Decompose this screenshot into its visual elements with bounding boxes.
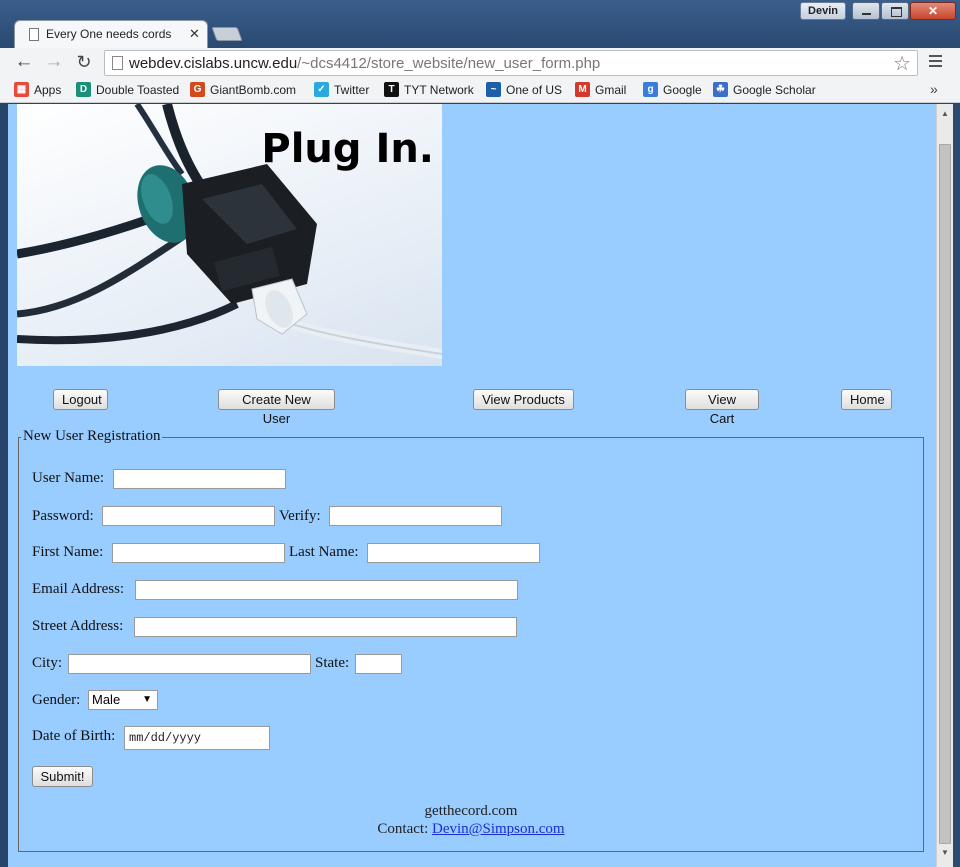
apps-grid-icon: ▦ xyxy=(14,82,29,97)
tab-title: Every One needs cords xyxy=(46,27,172,41)
bookmark-double-toasted[interactable]: D Double Toasted xyxy=(76,82,179,97)
bookmark-giantbomb-com[interactable]: G GiantBomb.com xyxy=(190,82,296,97)
bookmark-apps[interactable]: ▦ Apps xyxy=(14,82,61,97)
gender-selected-value: Male xyxy=(92,692,121,707)
state-input[interactable] xyxy=(355,654,402,674)
tab-close-icon[interactable]: ✕ xyxy=(189,26,200,42)
page-icon xyxy=(112,56,123,70)
username-input[interactable] xyxy=(113,469,286,489)
giantbomb-icon: G xyxy=(190,82,205,97)
bookmark-label: One of US xyxy=(506,82,563,97)
vertical-scrollbar[interactable]: ▲ ▼ xyxy=(936,104,953,867)
gender-select[interactable]: Male ▼ xyxy=(88,690,158,710)
bookmarks-bar: » ▦ Apps D Double Toasted G GiantBomb.com ✓ Twi… xyxy=(0,78,960,103)
bookmark-label: Google Scholar xyxy=(733,82,816,97)
bookmark-label: Twitter xyxy=(334,82,370,97)
maximize-button[interactable] xyxy=(881,2,909,20)
contact-email-link[interactable]: Devin@Simpson.com xyxy=(432,821,565,837)
url-host: webdev.cislabs.uncw.edu xyxy=(129,55,298,72)
view-products-button[interactable]: View Products xyxy=(473,389,574,410)
reload-icon[interactable]: ↻ xyxy=(72,51,96,75)
oneofus-icon: ~ xyxy=(486,82,501,97)
submit-button[interactable]: Submit! xyxy=(32,766,93,787)
first-name-input[interactable] xyxy=(112,543,285,563)
profile-user-badge[interactable]: Devin xyxy=(800,2,846,20)
dropdown-caret-icon: ▼ xyxy=(142,694,152,705)
bookmark-google[interactable]: g Google xyxy=(643,82,702,97)
username-label: User Name: xyxy=(32,470,105,486)
banner-image: Plug In. xyxy=(17,104,442,366)
dob-label: Date of Birth: xyxy=(32,728,116,744)
verify-password-input[interactable] xyxy=(329,506,502,526)
minimize-button[interactable] xyxy=(852,2,880,20)
window-frame xyxy=(953,104,960,867)
bookmark-google-scholar[interactable]: ☘ Google Scholar xyxy=(713,82,816,97)
registration-legend: New User Registration xyxy=(21,428,163,445)
view-cart-button[interactable]: View Cart xyxy=(685,389,759,426)
browser-tab[interactable]: Every One needs cords ✕ xyxy=(14,20,208,48)
city-input[interactable] xyxy=(68,654,311,674)
url-text: webdev.cislabs.uncw.edu/~dcs4412/store_w… xyxy=(129,55,600,72)
logout-button[interactable]: Logout xyxy=(53,389,108,410)
create-new-user-button[interactable]: Create New User xyxy=(218,389,335,426)
street-address-label: Street Address: xyxy=(32,618,124,634)
registration-fieldset xyxy=(18,437,924,852)
footer-site: getthecord.com xyxy=(424,803,518,819)
bookmark-label: Google xyxy=(663,82,702,97)
city-label: City: xyxy=(32,655,63,671)
forward-arrow-icon[interactable]: → xyxy=(42,51,66,75)
contact-label: Contact: xyxy=(377,821,429,837)
tyt-icon: T xyxy=(384,82,399,97)
scrollbar-thumb[interactable] xyxy=(939,144,951,844)
state-label: State: xyxy=(315,655,350,671)
more-bookmarks-icon[interactable]: » xyxy=(930,81,938,97)
password-label: Password: xyxy=(32,508,94,524)
address-bar[interactable]: webdev.cislabs.uncw.edu/~dcs4412/store_w… xyxy=(104,50,918,76)
email-label: Email Address: xyxy=(32,581,125,597)
chrome-menu-icon[interactable] xyxy=(929,55,942,68)
bookmark-label: Gmail xyxy=(595,82,627,97)
verify-label: Verify: xyxy=(279,508,321,524)
close-window-button[interactable] xyxy=(910,2,956,20)
bookmark-twitter[interactable]: ✓ Twitter xyxy=(314,82,369,97)
gender-label: Gender: xyxy=(32,692,81,708)
gmail-icon: M xyxy=(575,82,590,97)
bookmark-star-icon[interactable]: ☆ xyxy=(893,51,911,76)
last-name-input[interactable] xyxy=(367,543,540,563)
twitter-bird-icon: ✓ xyxy=(314,82,329,97)
street-address-input[interactable] xyxy=(134,617,517,637)
banner-title: Plug In. xyxy=(261,126,434,172)
bookmark-tyt-network[interactable]: T TYT Network xyxy=(384,82,474,97)
back-arrow-icon[interactable]: ← xyxy=(12,51,36,75)
google-icon: g xyxy=(643,82,658,97)
bookmark-one-of-us[interactable]: ~ One of US xyxy=(486,82,562,97)
bookmark-label: GiantBomb.com xyxy=(210,82,297,97)
email-input[interactable] xyxy=(135,580,518,600)
bookmark-label: Apps xyxy=(34,82,62,97)
double-toasted-icon: D xyxy=(76,82,91,97)
dob-input[interactable]: mm/dd/yyyy xyxy=(124,726,270,750)
footer-contact: Contact: Devin@Simpson.com xyxy=(8,821,934,838)
last-name-label: Last Name: xyxy=(289,544,359,560)
bookmark-label: TYT Network xyxy=(404,82,474,97)
bookmark-label: Double Toasted xyxy=(96,82,180,97)
url-path: /~dcs4412/store_website/new_user_form.ph… xyxy=(297,55,601,72)
home-button[interactable]: Home xyxy=(841,389,892,410)
scroll-up-icon[interactable]: ▲ xyxy=(937,106,953,122)
first-name-label: First Name: xyxy=(32,544,104,560)
password-input[interactable] xyxy=(102,506,275,526)
bookmark-gmail[interactable]: M Gmail xyxy=(575,82,626,97)
scroll-down-icon[interactable]: ▼ xyxy=(937,845,953,861)
new-tab-button[interactable] xyxy=(211,27,243,41)
page-icon xyxy=(29,28,39,41)
google-scholar-icon: ☘ xyxy=(713,82,728,97)
page-viewport: Plug In. Logout Create New User View Pro… xyxy=(8,104,936,867)
window-titlebar: Devin Every One needs cords ✕ xyxy=(0,0,960,48)
browser-toolbar: ← → ↻ webdev.cislabs.uncw.edu/~dcs4412/s… xyxy=(0,48,960,78)
